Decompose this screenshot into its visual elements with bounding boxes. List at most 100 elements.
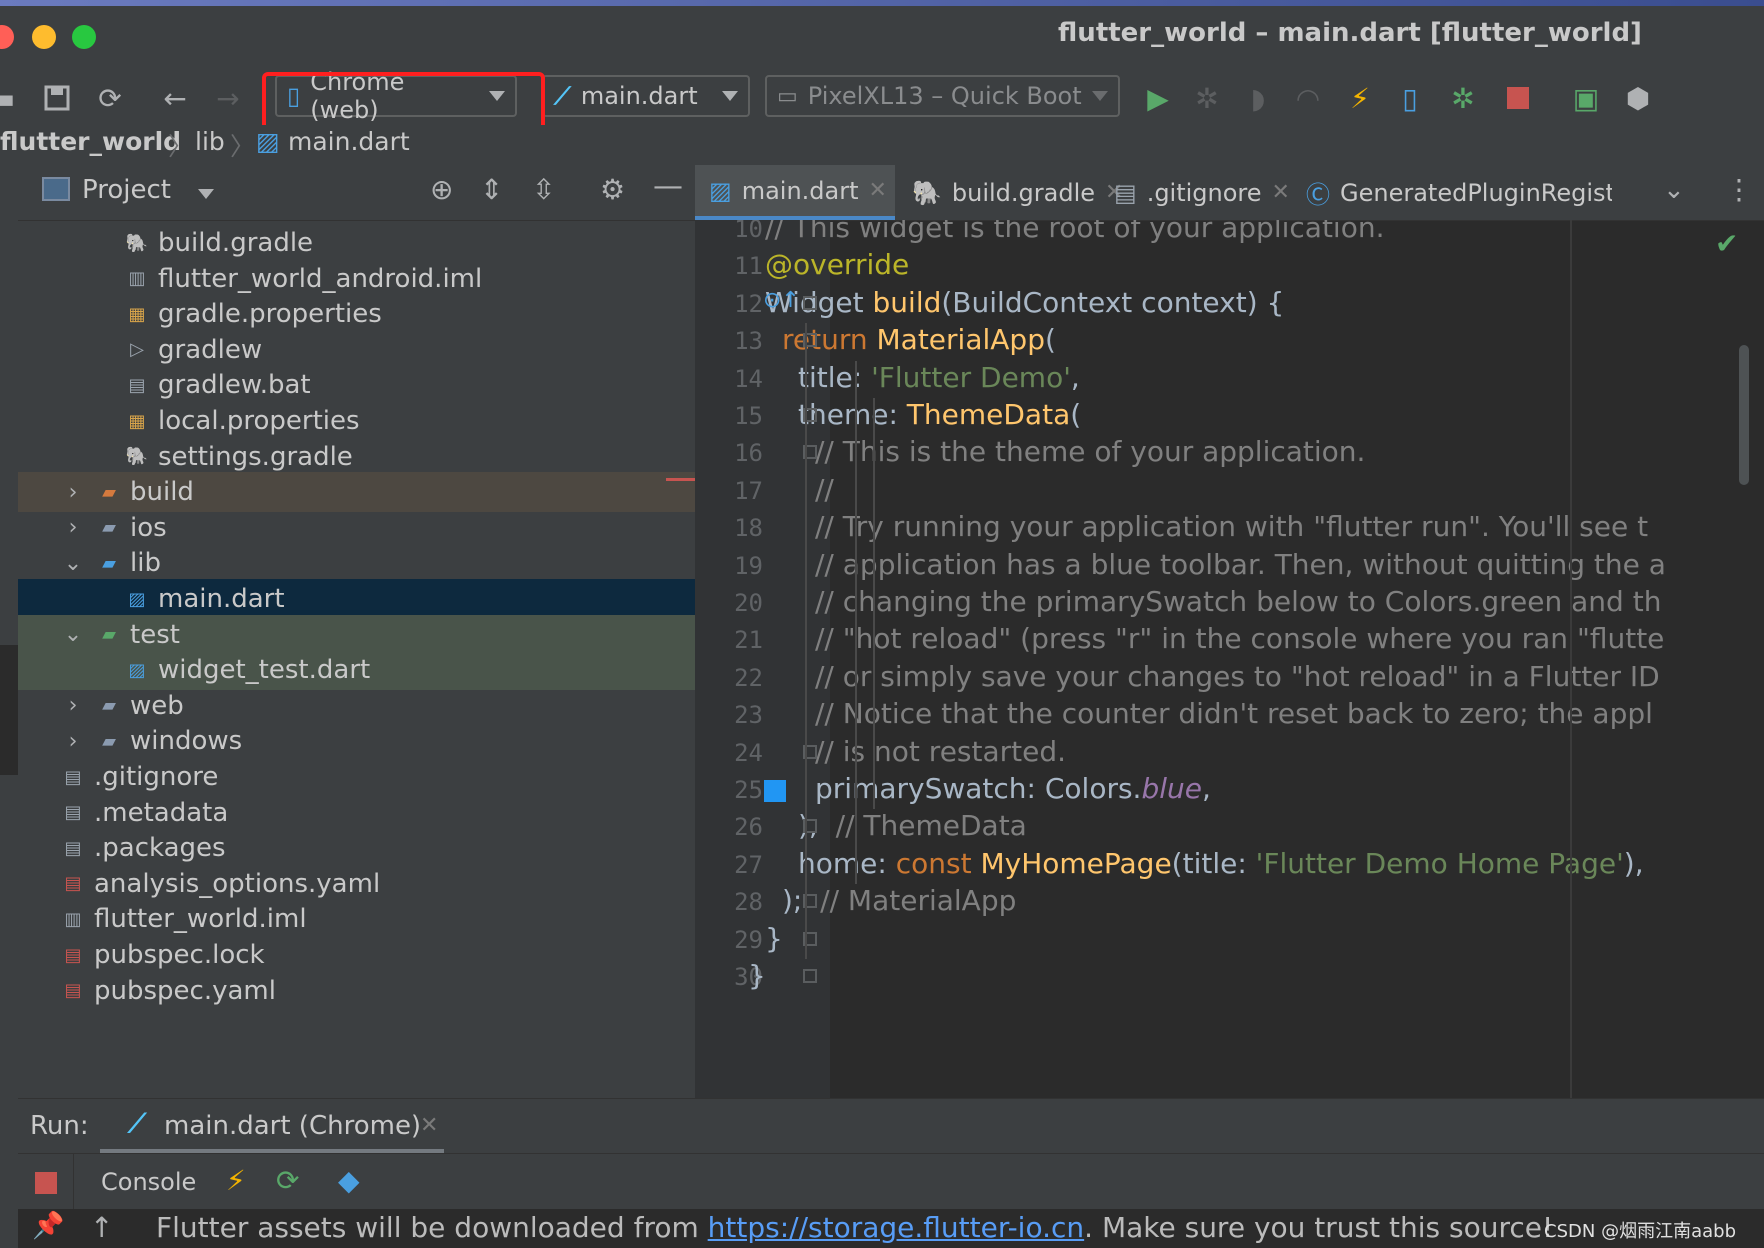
run-tab-label[interactable]: main.dart (Chrome) (164, 1111, 421, 1141)
code-editor: ▨ main.dart ✕ 🐘 build.gradle ✕ ▤ .gitign… (695, 165, 1764, 1098)
debug-attach-icon[interactable]: ✲ (1443, 78, 1483, 118)
tab-gitignore[interactable]: ▤ .gitignore ✕ (1100, 165, 1290, 220)
tab-main-dart[interactable]: ▨ main.dart ✕ (695, 165, 895, 220)
tree-item[interactable]: ▥ flutter_world_android.iml (18, 259, 695, 299)
scroll-up-icon[interactable]: ↑ (90, 1211, 113, 1244)
tab-build-gradle[interactable]: 🐘 build.gradle ✕ (898, 165, 1123, 220)
tree-item[interactable]: ▤ gradlew.bat (18, 365, 695, 405)
breadcrumb-file[interactable]: main.dart (288, 127, 410, 156)
tree-item[interactable]: ▷ gradlew (18, 330, 695, 370)
code-token: ( (1044, 323, 1056, 357)
close-icon[interactable]: ✕ (1272, 180, 1290, 205)
stop-icon[interactable] (1498, 78, 1538, 118)
tree-item[interactable]: ▤ pubspec.lock (18, 935, 695, 975)
code-line: @override (765, 248, 909, 281)
tree-item[interactable]: ▨ main.dart (18, 579, 695, 619)
code-area[interactable]: 10// This widget is the root of your app… (695, 220, 1764, 1098)
chevron-right-icon[interactable]: › (60, 729, 86, 754)
tree-item[interactable]: › ▰ build (18, 472, 695, 513)
close-icon[interactable]: ✕ (869, 178, 887, 203)
code-token: // This is the theme of your application… (815, 435, 1366, 469)
locate-icon[interactable]: ⊕ (430, 173, 453, 206)
tree-item[interactable]: ▦ gradle.properties (18, 294, 695, 334)
debug-icon: ✲ (1195, 81, 1219, 115)
project-tool-tab[interactable] (0, 645, 18, 775)
tab-generated-plugin[interactable]: Ⓒ GeneratedPluginRegistra (1292, 165, 1612, 220)
run-label: Run: (30, 1111, 89, 1141)
chevron-right-icon[interactable]: › (60, 480, 86, 505)
line-number: 23 (734, 701, 763, 730)
maximize-window-button[interactable] (72, 25, 96, 49)
override-marker-icon[interactable]: ⊙↑ (763, 288, 800, 313)
tree-item[interactable]: ⌄ ▰ lib (18, 543, 695, 583)
devtools-icon[interactable]: ◆ (338, 1164, 360, 1197)
file-icon: ▤ (64, 766, 82, 788)
code-line: Widget build(BuildContext context) { (765, 286, 1284, 319)
more-icon[interactable]: ⋮ (1725, 173, 1753, 206)
console-tab[interactable]: Console (101, 1168, 196, 1196)
close-icon[interactable]: ✕ (420, 1113, 438, 1138)
tree-item[interactable]: ▤ .packages (18, 828, 695, 868)
editor-scrollbar[interactable] (1739, 345, 1749, 485)
device-manager-icon[interactable]: ▣ (1566, 78, 1606, 118)
sdk-manager-icon[interactable]: ⬢ (1618, 78, 1658, 118)
hot-reload-icon[interactable]: ⚡ (1340, 78, 1380, 118)
tree-item[interactable]: ▨ widget_test.dart (18, 650, 695, 691)
chevron-down-icon[interactable]: ⌄ (60, 622, 86, 647)
gear-icon[interactable]: ⚙ (600, 173, 625, 206)
run-config-selector[interactable]: ⟋ main.dart (542, 75, 750, 117)
tree-item[interactable]: ▤ analysis_options.yaml (18, 864, 695, 904)
chevron-right-icon[interactable]: › (60, 693, 86, 718)
class-icon: Ⓒ (1306, 181, 1330, 209)
fold-icon[interactable] (803, 969, 817, 983)
sync-icon[interactable]: ⟳ (90, 78, 130, 118)
chevron-down-icon[interactable] (198, 189, 214, 199)
code-token: return (782, 323, 877, 357)
output-link[interactable]: https://storage.flutter-io.cn (708, 1211, 1084, 1244)
code-token: } (765, 921, 783, 955)
hot-reload-icon[interactable]: ⚡ (226, 1164, 246, 1197)
tree-item[interactable]: 🐘 settings.gradle (18, 437, 695, 477)
collapse-all-icon[interactable]: ⇳ (532, 173, 555, 206)
code-token: // "hot reload" (press "r" in the consol… (815, 622, 1665, 656)
minimize-window-button[interactable] (32, 25, 56, 49)
chevron-down-icon[interactable]: ⌄ (1663, 175, 1685, 205)
code-token: , (1070, 360, 1080, 394)
pin-icon[interactable]: 📌 (32, 1211, 64, 1241)
tree-item[interactable]: ▤ .metadata (18, 793, 695, 833)
chevron-right-icon[interactable]: › (60, 515, 86, 540)
fold-icon[interactable] (803, 295, 817, 310)
tree-item[interactable]: 🐘 build.gradle (18, 223, 695, 263)
tree-item[interactable]: ⌄ ▰ test (18, 614, 695, 655)
breadcrumb-project[interactable]: flutter_world (0, 127, 181, 156)
emulator-selector[interactable]: ▭ PixelXL13 – Quick Boot (765, 75, 1120, 117)
attach-icon[interactable]: ▯ (1390, 78, 1430, 118)
save-icon[interactable] (37, 78, 77, 118)
tree-item[interactable]: ▤ pubspec.yaml (18, 971, 695, 1011)
folder-icon[interactable]: ▬ (0, 78, 22, 118)
file-icon: ▤ (1114, 178, 1137, 207)
tree-item[interactable]: › ▰ windows (18, 721, 695, 761)
chevron-down-icon[interactable]: ⌄ (60, 551, 86, 576)
tree-item[interactable]: ▤ .gitignore (18, 757, 695, 797)
tree-item[interactable]: › ▰ ios (18, 508, 695, 548)
back-arrow-icon[interactable]: ← (155, 78, 195, 118)
breadcrumb-folder[interactable]: lib (195, 127, 225, 156)
color-swatch[interactable] (764, 780, 786, 802)
project-panel-title[interactable]: Project (82, 175, 171, 205)
flutter-icon: ⟋ (554, 82, 571, 110)
title-bar: flutter_world – main.dart [flutter_world… (0, 0, 1764, 70)
tree-item[interactable]: › ▰ web (18, 686, 695, 726)
run-icon[interactable]: ▶ (1138, 78, 1178, 118)
minimize-panel-icon[interactable]: — (653, 169, 683, 204)
code-line: // (815, 473, 834, 506)
code-line: // "hot reload" (press "r" in the consol… (815, 622, 1664, 655)
expand-all-icon[interactable]: ⇕ (480, 173, 503, 206)
close-window-button[interactable] (0, 25, 14, 49)
tree-item-label: ios (130, 512, 167, 543)
stop-icon[interactable] (35, 1172, 57, 1194)
tree-item-label: main.dart (158, 584, 285, 614)
tree-item[interactable]: ▦ local.properties (18, 401, 695, 441)
tree-item[interactable]: ▥ flutter_world.iml (18, 899, 695, 939)
hot-restart-icon[interactable]: ⟳ (276, 1164, 299, 1197)
